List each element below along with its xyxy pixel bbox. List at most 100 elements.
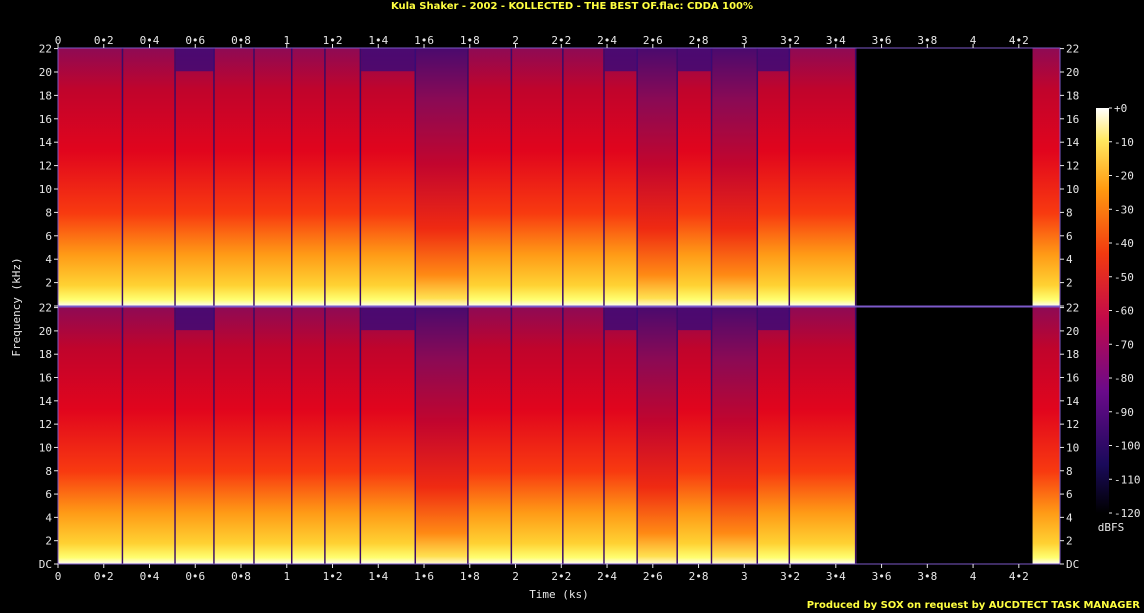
colorbar-tick-label: -30: [1114, 203, 1134, 216]
track-gap: [756, 307, 759, 564]
y-tick-label: 18: [1066, 348, 1079, 361]
track-gap: [636, 48, 638, 306]
track-block: [58, 48, 124, 306]
credit-text: Produced by SOX on request by AUCDTECT T…: [806, 600, 1140, 611]
x-tick-label: 0•6: [185, 34, 205, 47]
track-block: [758, 307, 791, 564]
x-tick-label: 4: [970, 570, 977, 583]
colorbar-tick-label: -80: [1114, 372, 1134, 385]
y-axis-label: Frequency (kHz): [10, 257, 23, 356]
x-tick-label: 0: [55, 570, 62, 583]
x-tick-label: 2•8: [689, 34, 709, 47]
x-tick-label: 2: [512, 34, 519, 47]
x-tick-label: 1•8: [460, 34, 480, 47]
track-block: [416, 48, 469, 306]
track-block: [292, 48, 326, 306]
track-block: [712, 307, 759, 564]
y-tick-label: 16: [1066, 372, 1079, 385]
x-tick-label: 1•6: [414, 34, 434, 47]
track-gap: [174, 48, 176, 306]
y-tick-label: 2: [1066, 535, 1073, 548]
y-tick-label: 14: [39, 136, 53, 149]
colorbar-tick-label: -50: [1114, 271, 1134, 284]
x-tick-label: 3•4: [826, 570, 846, 583]
track-block: [677, 48, 713, 306]
y-tick-label: 16: [1066, 113, 1079, 126]
y-tick-label: 20: [39, 66, 52, 79]
y-tick-label: 10: [1066, 183, 1079, 196]
track-block: [214, 48, 255, 306]
x-tick-label: 3•6: [872, 570, 892, 583]
track-gap: [854, 48, 857, 306]
y-tick-label: 4: [1066, 253, 1073, 266]
track-block: [790, 307, 857, 564]
x-tick-label: 0•4: [140, 34, 160, 47]
x-tick-label: 1•4: [368, 570, 388, 583]
x-tick-label: 4•2: [1009, 34, 1029, 47]
track-gap: [636, 307, 638, 564]
x-tick-label: 1•4: [368, 34, 388, 47]
colorbar: [1096, 108, 1109, 513]
track-gap: [290, 307, 293, 564]
x-tick-label: 2•2: [551, 34, 571, 47]
track-block: [416, 307, 469, 564]
x-tick-label: 0•6: [185, 570, 205, 583]
track-gap: [414, 307, 417, 564]
hf-rolloff: [604, 48, 638, 72]
colorbar-tick-label: -110: [1114, 473, 1141, 486]
hf-rolloff: [758, 48, 791, 72]
track-block: [468, 48, 513, 306]
x-tick-label: 3•4: [826, 34, 846, 47]
track-gap: [324, 307, 326, 564]
track-block: [123, 48, 176, 306]
x-tick-label: 1: [283, 34, 290, 47]
track-gap: [562, 307, 564, 564]
y-tick-label: 14: [1066, 395, 1080, 408]
colorbar-tick-label: -90: [1114, 406, 1134, 419]
track-gap: [710, 48, 713, 306]
track-block: [677, 307, 713, 564]
y-tick-label: 12: [1066, 418, 1079, 431]
x-tick-label: 4: [970, 34, 977, 47]
track-block: [758, 48, 791, 306]
spectrogram-chart: 2 24 46 68 810 1012 1214 1416 1618 1820 2022 22DC DC…: [10, 34, 1141, 601]
track-gap: [710, 307, 713, 564]
y-tick-label: 2: [45, 277, 52, 290]
y-tick-label: 18: [39, 89, 52, 102]
y-tick-label: 6: [1066, 230, 1073, 243]
track-gap: [756, 48, 759, 306]
y-tick-label: 16: [39, 113, 52, 126]
y-tick-label: 4: [45, 253, 52, 266]
x-tick-label: 0•2: [94, 34, 114, 47]
track-gap: [121, 48, 124, 306]
track-block: [123, 307, 176, 564]
hf-rolloff: [604, 307, 638, 331]
track-block: [58, 307, 124, 564]
track-block: [637, 48, 678, 306]
colorbar-tick-label: -10: [1114, 136, 1134, 149]
track-block: [175, 307, 215, 564]
x-tick-label: 2•6: [643, 34, 663, 47]
colorbar-tick-label: +0: [1114, 102, 1127, 115]
x-tick-label: 3•2: [780, 570, 800, 583]
track-gap: [213, 307, 215, 564]
y-tick-label: 14: [39, 395, 53, 408]
y-tick-label: 14: [1066, 136, 1080, 149]
track-gap: [603, 48, 605, 306]
track-block: [637, 307, 678, 564]
track-block: [712, 48, 759, 306]
x-tick-label: 1•2: [323, 34, 343, 47]
x-tick-label: 1•2: [323, 570, 343, 583]
x-axis-label: Time (ks): [529, 588, 589, 601]
track-gap: [213, 48, 215, 306]
colorbar-tick-label: -70: [1114, 338, 1134, 351]
y-tick-label: 22: [1066, 43, 1079, 56]
y-tick-label: 10: [39, 441, 52, 454]
track-gap: [854, 307, 857, 564]
colorbar-tick-label: -120: [1114, 507, 1141, 520]
track-block: [604, 307, 638, 564]
track-block: [512, 307, 564, 564]
y-tick-label: 22: [39, 302, 52, 315]
y-tick-label: 18: [1066, 89, 1079, 102]
hf-rolloff: [175, 48, 215, 72]
